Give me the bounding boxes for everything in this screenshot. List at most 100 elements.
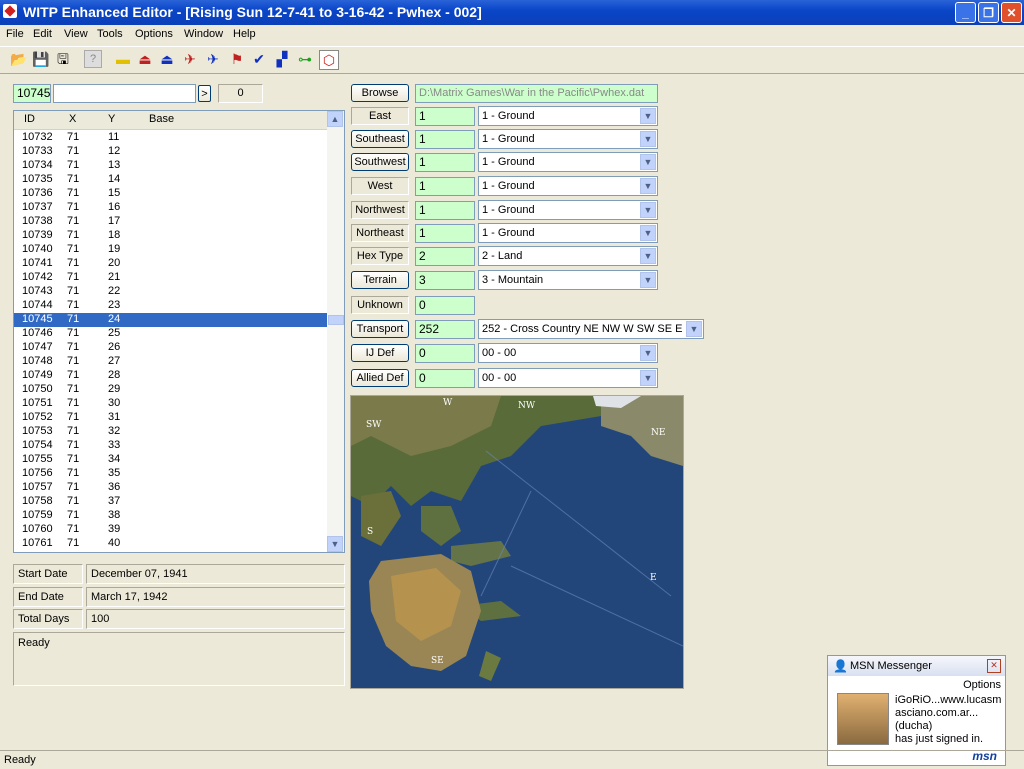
table-row[interactable]: 10747 71 26 bbox=[14, 341, 328, 355]
southwest-select[interactable]: 1 - Ground ▼ bbox=[478, 152, 658, 172]
chevron-down-icon[interactable]: ▼ bbox=[640, 345, 656, 361]
chevron-down-icon[interactable]: ▼ bbox=[640, 202, 656, 218]
menu-tools[interactable]: Tools bbox=[97, 28, 123, 40]
chevron-down-icon[interactable]: ▼ bbox=[640, 370, 656, 386]
unknown-value[interactable]: 0 bbox=[415, 296, 475, 315]
chevron-down-icon[interactable]: ▼ bbox=[640, 108, 656, 124]
east-value[interactable]: 1 bbox=[415, 107, 475, 126]
northwest-select[interactable]: 1 - Ground ▼ bbox=[478, 200, 658, 220]
restore-button[interactable]: ❐ bbox=[978, 2, 999, 23]
chevron-down-icon[interactable]: ▼ bbox=[686, 321, 702, 337]
table-row[interactable]: 10742 71 21 bbox=[14, 271, 328, 285]
southwest-value[interactable]: 1 bbox=[415, 153, 475, 172]
close-button[interactable]: ✕ bbox=[1001, 2, 1022, 23]
table-row[interactable]: 10743 71 22 bbox=[14, 285, 328, 299]
msn-options-link[interactable]: Options bbox=[963, 679, 1001, 691]
table-row[interactable]: 10750 71 29 bbox=[14, 383, 328, 397]
west-value[interactable]: 1 bbox=[415, 177, 475, 196]
northeast-select[interactable]: 1 - Ground ▼ bbox=[478, 223, 658, 243]
blue-steps-icon[interactable]: ▞ bbox=[273, 50, 291, 68]
yellow-unit-icon[interactable]: ▬ bbox=[114, 50, 132, 68]
table-row[interactable]: 10761 71 40 bbox=[14, 537, 328, 551]
minimize-button[interactable]: _ bbox=[955, 2, 976, 23]
app-icon[interactable] bbox=[3, 4, 17, 18]
table-row[interactable]: 10751 71 30 bbox=[14, 397, 328, 411]
red-flag-icon[interactable]: ⚑ bbox=[228, 50, 246, 68]
menu-help[interactable]: Help bbox=[233, 28, 256, 40]
blue-ship-icon[interactable]: ⏏ bbox=[158, 50, 176, 68]
table-row[interactable]: 10737 71 16 bbox=[14, 201, 328, 215]
red-plane-icon[interactable]: ✈ bbox=[181, 50, 199, 68]
chevron-down-icon[interactable]: ▼ bbox=[640, 178, 656, 194]
msn-message[interactable]: iGoRiO...www.lucasm asciano.com.ar... (d… bbox=[895, 694, 1003, 746]
network-icon[interactable]: ⊶ bbox=[296, 50, 314, 68]
southeast-value[interactable]: 1 bbox=[415, 130, 475, 149]
save-all-icon[interactable]: 🖫 bbox=[54, 50, 72, 68]
allied-def-select[interactable]: 00 - 00 ▼ bbox=[478, 368, 658, 388]
open-folder-icon[interactable]: 📂 bbox=[10, 50, 28, 68]
menu-edit[interactable]: Edit bbox=[33, 28, 52, 40]
hex-type-value[interactable]: 2 bbox=[415, 247, 475, 266]
table-row[interactable]: 10748 71 27 bbox=[14, 355, 328, 369]
scroll-down-icon[interactable]: ▼ bbox=[327, 536, 343, 552]
southwest-button[interactable]: Southwest bbox=[351, 153, 409, 171]
terrain-select[interactable]: 3 - Mountain ▼ bbox=[478, 270, 658, 290]
chevron-down-icon[interactable]: ▼ bbox=[640, 131, 656, 147]
table-row[interactable]: 10745 71 24 bbox=[14, 313, 328, 327]
chevron-down-icon[interactable]: ▼ bbox=[640, 248, 656, 264]
table-row[interactable]: 10736 71 15 bbox=[14, 187, 328, 201]
table-row[interactable]: 10738 71 17 bbox=[14, 215, 328, 229]
save-icon[interactable]: 💾 bbox=[32, 50, 50, 68]
chevron-down-icon[interactable]: ▼ bbox=[640, 225, 656, 241]
west-select[interactable]: 1 - Ground ▼ bbox=[478, 176, 658, 196]
col-y[interactable]: Y bbox=[108, 113, 115, 125]
search-input[interactable] bbox=[53, 84, 196, 103]
table-row[interactable]: 10760 71 39 bbox=[14, 523, 328, 537]
table-row[interactable]: 10746 71 25 bbox=[14, 327, 328, 341]
red-ship-icon[interactable]: ⏏ bbox=[136, 50, 154, 68]
hex-icon[interactable]: ⬡ bbox=[319, 50, 339, 70]
col-base[interactable]: Base bbox=[149, 113, 174, 125]
table-row[interactable]: 10749 71 28 bbox=[14, 369, 328, 383]
allied-def-value[interactable]: 0 bbox=[415, 369, 475, 388]
menu-file[interactable]: File bbox=[6, 28, 24, 40]
table-row[interactable]: 10755 71 34 bbox=[14, 453, 328, 467]
browse-button[interactable]: Browse bbox=[351, 84, 409, 102]
list-scrollbar[interactable]: ▲ ▼ bbox=[327, 111, 344, 552]
msn-close-icon[interactable]: ✕ bbox=[987, 659, 1001, 673]
table-row[interactable]: 10735 71 14 bbox=[14, 173, 328, 187]
table-row[interactable]: 10734 71 13 bbox=[14, 159, 328, 173]
col-x[interactable]: X bbox=[69, 113, 76, 125]
menu-view[interactable]: View bbox=[64, 28, 88, 40]
menu-options[interactable]: Options bbox=[135, 28, 173, 40]
blue-plane-icon[interactable]: ✈ bbox=[204, 50, 222, 68]
chevron-down-icon[interactable]: ▼ bbox=[640, 272, 656, 288]
chevron-down-icon[interactable]: ▼ bbox=[640, 154, 656, 170]
hex-list[interactable]: ID X Y Base 10732 71 11 10733 71 12 10734 71 13 1… bbox=[13, 110, 345, 553]
id-field[interactable]: 10745 bbox=[13, 84, 51, 103]
table-row[interactable]: 10759 71 38 bbox=[14, 509, 328, 523]
table-row[interactable]: 10740 71 19 bbox=[14, 243, 328, 257]
east-select[interactable]: 1 - Ground ▼ bbox=[478, 106, 658, 126]
southeast-select[interactable]: 1 - Ground ▼ bbox=[478, 129, 658, 149]
ij-def-value[interactable]: 0 bbox=[415, 344, 475, 363]
scroll-thumb[interactable] bbox=[328, 315, 344, 325]
transport-select[interactable]: 252 - Cross Country NE NW W SW SE E ▼ bbox=[478, 319, 704, 339]
table-row[interactable]: 10758 71 37 bbox=[14, 495, 328, 509]
table-row[interactable]: 10752 71 31 bbox=[14, 411, 328, 425]
allied-def-button[interactable]: Allied Def bbox=[351, 369, 409, 387]
table-row[interactable]: 10739 71 18 bbox=[14, 229, 328, 243]
theater-map[interactable]: W NW NE SW S E SE bbox=[350, 395, 684, 689]
hex-type-select[interactable]: 2 - Land ▼ bbox=[478, 246, 658, 266]
transport-button[interactable]: Transport bbox=[351, 320, 409, 338]
table-row[interactable]: 10754 71 33 bbox=[14, 439, 328, 453]
ij-def-select[interactable]: 00 - 00 ▼ bbox=[478, 343, 658, 363]
table-row[interactable]: 10732 71 11 bbox=[14, 131, 328, 145]
northwest-value[interactable]: 1 bbox=[415, 201, 475, 220]
northeast-value[interactable]: 1 bbox=[415, 224, 475, 243]
ij-def-button[interactable]: IJ Def bbox=[351, 344, 409, 362]
table-row[interactable]: 10757 71 36 bbox=[14, 481, 328, 495]
col-id[interactable]: ID bbox=[24, 113, 35, 125]
table-row[interactable]: 10756 71 35 bbox=[14, 467, 328, 481]
table-row[interactable]: 10744 71 23 bbox=[14, 299, 328, 313]
